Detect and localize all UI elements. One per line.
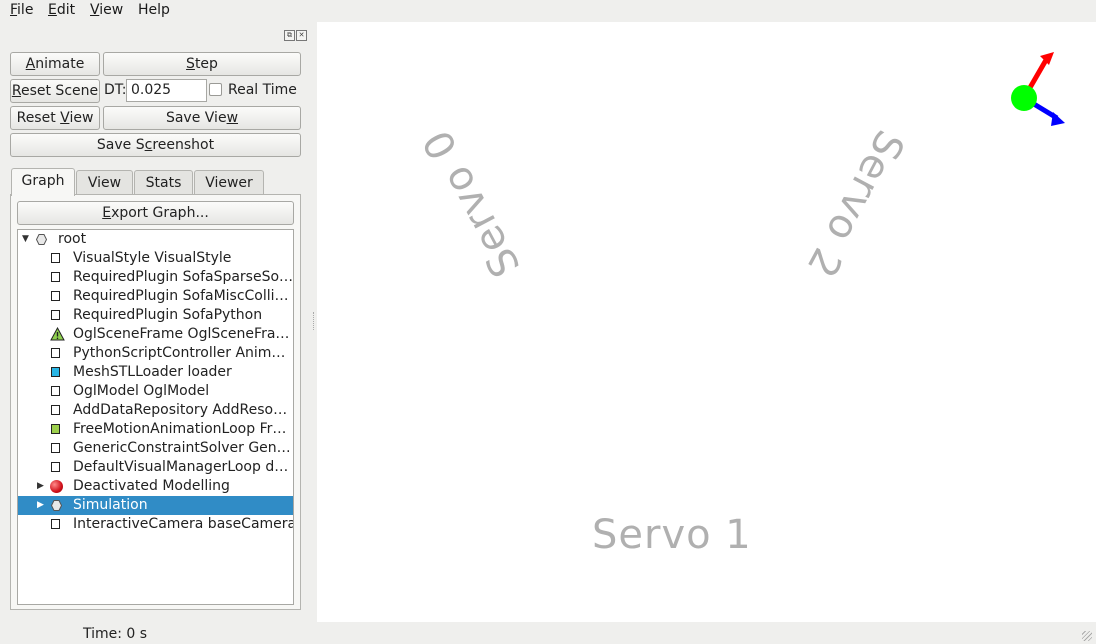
- real-time-checkbox[interactable]: [209, 83, 222, 96]
- save-screenshot-button[interactable]: Save Screenshot: [10, 133, 301, 157]
- tree-row[interactable]: AddDataRepository AddReso…: [18, 401, 293, 420]
- box-icon: [51, 272, 60, 282]
- servo-1-label: Servo 1: [592, 512, 752, 558]
- time-status: Time: 0 s: [83, 626, 148, 642]
- tree-row[interactable]: MeshSTLLoader loader: [18, 363, 293, 382]
- step-button[interactable]: Step: [103, 52, 301, 76]
- 3d-viewport[interactable]: Servo 0 Servo 2 Servo 1: [317, 22, 1096, 622]
- tree-row[interactable]: RequiredPlugin SofaPython: [18, 306, 293, 325]
- collapsed-arrow-icon[interactable]: ▶: [37, 496, 44, 515]
- save-view-button[interactable]: Save View: [103, 106, 301, 130]
- tree-label: root: [58, 231, 87, 247]
- tree-row[interactable]: VisualStyle VisualStyle: [18, 249, 293, 268]
- float-dock-icon[interactable]: ⧉: [284, 30, 295, 41]
- tree-label: GenericConstraintSolver Gen…: [73, 440, 291, 456]
- tree-label: RequiredPlugin SofaSparseSo…: [73, 269, 294, 285]
- tree-row[interactable]: InteractiveCamera baseCamera: [18, 515, 293, 534]
- tab-view[interactable]: View: [76, 170, 133, 195]
- tree-row[interactable]: PythonScriptController Anim…: [18, 344, 293, 363]
- menu-view[interactable]: View: [90, 2, 123, 18]
- green-box-icon: [51, 424, 60, 434]
- tree-row[interactable]: GenericConstraintSolver Gen…: [18, 439, 293, 458]
- menu-help[interactable]: Help: [138, 2, 170, 18]
- tree-row[interactable]: OglModel OglModel: [18, 382, 293, 401]
- tree-label: RequiredPlugin SofaPython: [73, 307, 263, 323]
- tree-row[interactable]: RequiredPlugin SofaMiscColli…: [18, 287, 293, 306]
- axis-frame-icon: [1011, 52, 1065, 126]
- tree-row-deactivated-modelling[interactable]: ▶ Deactivated Modelling: [18, 477, 293, 496]
- close-dock-icon[interactable]: ✕: [296, 30, 307, 41]
- tree-label: RequiredPlugin SofaMiscColli…: [73, 288, 289, 304]
- hexagon-icon: [51, 500, 62, 511]
- box-icon: [51, 462, 60, 472]
- tree-row-simulation[interactable]: ▶ Simulation: [18, 496, 293, 515]
- scene-graph-tree[interactable]: ▼ root VisualStyle VisualStyle RequiredP…: [17, 229, 294, 605]
- tab-viewer[interactable]: Viewer: [194, 170, 264, 195]
- menu-bar: File Edit View Help: [0, 0, 1096, 22]
- tab-stats[interactable]: Stats: [134, 170, 193, 195]
- reset-view-button[interactable]: Reset View: [10, 106, 100, 130]
- tab-graph[interactable]: Graph: [11, 168, 75, 196]
- tree-label: DefaultVisualManagerLoop d…: [73, 459, 289, 475]
- dt-input[interactable]: 0.025: [126, 79, 207, 102]
- servo-2-label: Servo 2: [797, 122, 913, 286]
- tree-label: Deactivated Modelling: [73, 478, 230, 494]
- tree-label: OglModel OglModel: [73, 383, 210, 399]
- tree-row[interactable]: OglSceneFrame OglSceneFra…: [18, 325, 293, 344]
- dt-label: DT:: [104, 82, 127, 98]
- tree-label: AddDataRepository AddReso…: [73, 402, 288, 418]
- warning-triangle-icon: [50, 327, 65, 341]
- box-icon: [51, 291, 60, 301]
- box-icon: [51, 253, 60, 263]
- tree-label: FreeMotionAnimationLoop Fr…: [73, 421, 287, 437]
- tree-label: VisualStyle VisualStyle: [73, 250, 232, 266]
- box-icon: [51, 405, 60, 415]
- export-graph-button[interactable]: Export Graph...: [17, 201, 294, 225]
- tree-label: Simulation: [73, 497, 148, 513]
- tree-label: PythonScriptController Anim…: [73, 345, 286, 361]
- splitter-handle[interactable]: [313, 312, 316, 330]
- box-icon: [51, 443, 60, 453]
- box-icon: [51, 386, 60, 396]
- tree-row[interactable]: RequiredPlugin SofaSparseSo…: [18, 268, 293, 287]
- expanded-arrow-icon[interactable]: ▼: [22, 230, 29, 249]
- box-icon: [51, 519, 60, 529]
- tree-label: InteractiveCamera baseCamera: [73, 516, 294, 532]
- box-icon: [51, 348, 60, 358]
- tree-row[interactable]: DefaultVisualManagerLoop d…: [18, 458, 293, 477]
- menu-file[interactable]: File: [10, 2, 33, 18]
- tree-label: MeshSTLLoader loader: [73, 364, 232, 380]
- reset-scene-button[interactable]: Reset Scene: [10, 79, 100, 103]
- tree-row[interactable]: FreeMotionAnimationLoop Fr…: [18, 420, 293, 439]
- resize-grip-icon[interactable]: [1082, 631, 1092, 641]
- box-icon: [51, 310, 60, 320]
- real-time-label: Real Time: [228, 82, 297, 98]
- dock-controls: ⧉ ✕: [283, 25, 307, 41]
- animate-button[interactable]: Animate: [10, 52, 100, 76]
- cyan-box-icon: [51, 367, 60, 377]
- collapsed-arrow-icon[interactable]: ▶: [37, 477, 44, 496]
- menu-edit[interactable]: Edit: [48, 2, 75, 18]
- hexagon-icon: [36, 234, 47, 245]
- tree-row-root[interactable]: ▼ root: [18, 230, 293, 249]
- tree-label: OglSceneFrame OglSceneFra…: [73, 326, 290, 342]
- servo-0-label: Servo 0: [414, 121, 530, 285]
- red-ball-icon: [50, 480, 63, 493]
